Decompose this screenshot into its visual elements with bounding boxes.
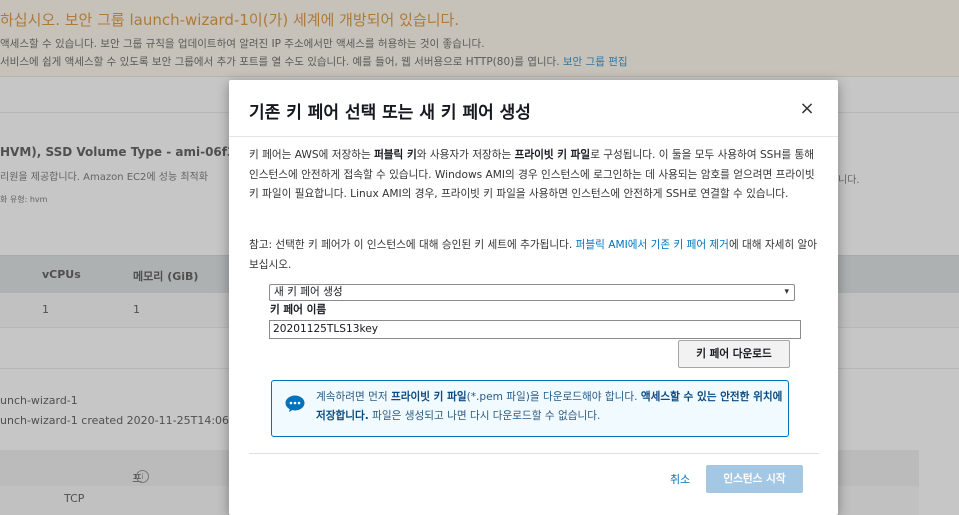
launch-instance-button[interactable]: 인스턴스 시작: [706, 465, 803, 493]
key-pair-dialog: 기존 키 페어 선택 또는 새 키 페어 생성 × 키 페어는 AWS에 저장하…: [229, 80, 838, 515]
chevron-down-icon: ▾: [784, 287, 789, 297]
note-text: 참고: 선택한 키 페어가 이 인스턴스에 대해 승인된 키 세트에 추가됩니다…: [249, 239, 818, 271]
key-pair-option-select[interactable]: 새 키 페어 생성 ▾: [269, 284, 795, 301]
remove-key-pair-link[interactable]: 퍼블릭 AMI에서 기존 키 페어 제거: [576, 239, 729, 251]
chat-info-icon: [285, 395, 305, 412]
close-icon[interactable]: ×: [795, 97, 819, 121]
key-pair-name-label: 키 페어 이름: [270, 304, 327, 316]
info-text: 계속하려면 먼저 프라이빗 키 파일(*.pem 파일)을 다운로드해야 합니다…: [316, 391, 783, 422]
key-pair-description: 키 페어는 AWS에 저장하는 퍼블릭 키와 사용자가 저장하는 프라이빗 키 …: [249, 149, 815, 200]
divider: [249, 453, 819, 454]
dialog-title: 기존 키 페어 선택 또는 새 키 페어 생성: [249, 103, 531, 123]
download-key-pair-button[interactable]: 키 페어 다운로드: [678, 340, 790, 368]
key-pair-name-input[interactable]: 20201125TLS13key: [269, 320, 801, 339]
cancel-button[interactable]: 취소: [670, 471, 690, 487]
info-alert: 계속하려면 먼저 프라이빗 키 파일(*.pem 파일)을 다운로드해야 합니다…: [271, 380, 789, 437]
dialog-header: 기존 키 페어 선택 또는 새 키 페어 생성 ×: [229, 80, 838, 137]
